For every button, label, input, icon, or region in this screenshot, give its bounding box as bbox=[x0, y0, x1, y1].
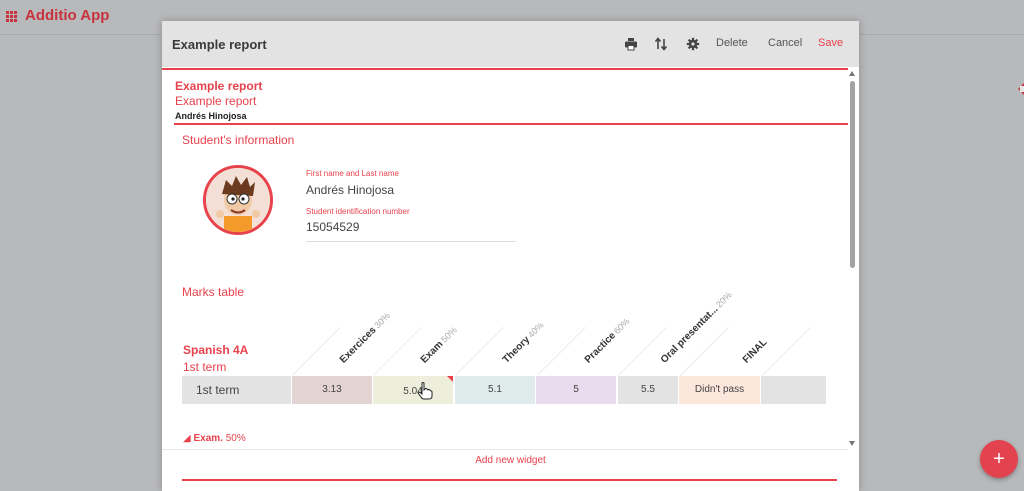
row-label: 1st term bbox=[182, 376, 291, 404]
column-header-oral-presentation[interactable]: Oral presentat...20% bbox=[655, 286, 736, 367]
mark-cell-final[interactable]: Didn't pass bbox=[679, 376, 760, 404]
column-header-final[interactable]: FINAL bbox=[737, 332, 772, 367]
apps-grid-icon[interactable] bbox=[6, 11, 17, 22]
hand-cursor-icon bbox=[417, 382, 433, 400]
column-weight: 30% bbox=[372, 310, 393, 331]
name-field-value[interactable]: Andrés Hinojosa bbox=[306, 183, 394, 197]
student-avatar-illustration bbox=[206, 168, 270, 232]
add-widget-button[interactable]: Add new widget bbox=[162, 455, 859, 466]
report-student-name: Andrés Hinojosa bbox=[175, 111, 247, 121]
footer-divider bbox=[162, 449, 848, 450]
column-name: Exam bbox=[418, 338, 446, 366]
column-divider bbox=[292, 326, 341, 376]
marks-table-heading: Marks table bbox=[182, 285, 245, 299]
column-name: Theory bbox=[500, 334, 533, 366]
column-header-practice[interactable]: Practice60% bbox=[579, 313, 633, 367]
modal-header: Example report Delete Cancel Save bbox=[162, 21, 859, 67]
print-icon[interactable] bbox=[624, 37, 638, 51]
student-info-heading: Student's information bbox=[182, 133, 295, 147]
mark-cell-exam[interactable]: 5.04 bbox=[373, 376, 453, 404]
report-modal: Example report Delete Cancel Save Exampl… bbox=[162, 21, 859, 491]
column-weight: 50% bbox=[439, 324, 459, 345]
column-weight: 60% bbox=[611, 316, 632, 336]
mark-cell-exercices[interactable]: 3.13 bbox=[292, 376, 372, 404]
app-name: Additio App bbox=[25, 7, 110, 24]
modal-title: Example report bbox=[172, 37, 267, 52]
sort-icon[interactable] bbox=[654, 37, 668, 51]
mark-cell-extra[interactable] bbox=[761, 376, 826, 404]
column-name: Exercices bbox=[337, 324, 379, 366]
comment-marker-icon bbox=[447, 376, 453, 382]
column-divider bbox=[455, 326, 504, 376]
id-field-label: Student identification number bbox=[306, 207, 410, 216]
exam-link-pct: 50% bbox=[222, 433, 246, 444]
collapse-triangle-icon: ◢ bbox=[183, 433, 191, 444]
header-divider bbox=[162, 68, 848, 70]
column-header-theory[interactable]: Theory40% bbox=[497, 317, 547, 367]
subject-name: Spanish 4A bbox=[183, 343, 249, 357]
column-weight: 40% bbox=[525, 320, 546, 340]
cancel-button[interactable]: Cancel bbox=[768, 37, 802, 49]
save-button[interactable]: Save bbox=[818, 37, 843, 49]
field-underline bbox=[306, 241, 516, 242]
scroll-down-arrow-icon[interactable] bbox=[849, 441, 855, 446]
exam-expand-toggle[interactable]: ◢ Exam. 50% bbox=[183, 433, 246, 444]
mark-cell-theory[interactable]: 5.1 bbox=[455, 376, 535, 404]
column-name: Practice bbox=[582, 330, 619, 366]
bottom-divider bbox=[182, 479, 837, 481]
column-header-exercices[interactable]: Exercices30% bbox=[334, 307, 394, 367]
exam-link-name: Exam. bbox=[193, 433, 223, 444]
mark-cell-oral-presentation[interactable]: 5.5 bbox=[618, 376, 678, 404]
gear-icon[interactable] bbox=[686, 37, 700, 51]
header-divider-bottom bbox=[174, 123, 848, 125]
scrollbar-thumb[interactable] bbox=[850, 81, 855, 268]
column-name: FINAL bbox=[740, 336, 770, 366]
scroll-up-arrow-icon[interactable] bbox=[849, 71, 855, 76]
column-divider bbox=[762, 326, 811, 376]
report-title: Example report bbox=[175, 79, 263, 93]
avatar[interactable] bbox=[203, 165, 273, 235]
column-header-exam[interactable]: Exam50% bbox=[415, 321, 461, 367]
column-divider bbox=[373, 326, 422, 376]
add-fab-button[interactable]: + bbox=[980, 440, 1018, 478]
name-field-label: First name and Last name bbox=[306, 169, 399, 178]
column-divider bbox=[537, 326, 586, 376]
column-weight: 20% bbox=[714, 289, 734, 310]
term-name: 1st term bbox=[183, 360, 227, 374]
id-field-value[interactable]: 15054529 bbox=[306, 220, 359, 234]
column-name: Oral presentat... bbox=[658, 303, 721, 366]
report-subtitle: Example report bbox=[175, 94, 257, 108]
delete-button[interactable]: Delete bbox=[716, 37, 748, 49]
mark-cell-practice[interactable]: 5 bbox=[536, 376, 616, 404]
panel-toggle-icon[interactable] bbox=[1017, 80, 1024, 98]
